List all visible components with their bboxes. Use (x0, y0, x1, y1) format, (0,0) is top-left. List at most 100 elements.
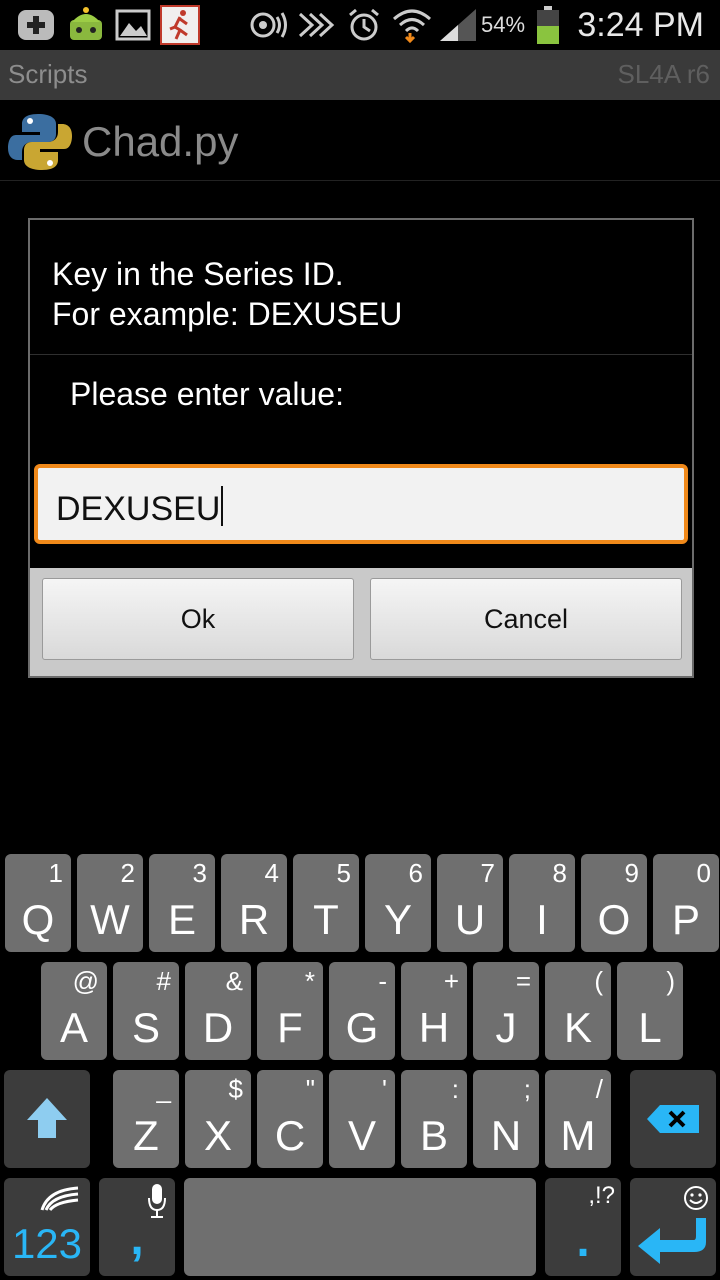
backspace-icon (647, 1105, 699, 1133)
series-id-input[interactable]: DEXUSEU (34, 464, 688, 544)
page-title: Scripts (8, 59, 88, 89)
key-o[interactable]: 9O (581, 854, 647, 952)
key-label: R (238, 896, 270, 943)
key-label: B (419, 1112, 448, 1159)
python-icon (8, 114, 72, 170)
key-secondary-label: 7 (480, 858, 495, 888)
key-i[interactable]: 8I (509, 854, 575, 952)
key-l[interactable]: ) L (617, 962, 683, 1060)
key-secondary-label: 9 (624, 858, 639, 888)
script-name: Chad.py (82, 118, 239, 165)
swiftkey-logo-icon (40, 1186, 79, 1211)
key-m[interactable]: / M (545, 1070, 611, 1168)
key-label: G (345, 1004, 379, 1051)
key-p[interactable]: 0P (653, 854, 719, 952)
key-w[interactable]: 2W (77, 854, 143, 952)
key-label: C (274, 1112, 306, 1159)
key-b[interactable]: :B (401, 1070, 467, 1168)
cancel-button[interactable]: Cancel (370, 578, 682, 660)
key-secondary-label: 2 (120, 858, 135, 888)
battery-percent: 54% (481, 12, 526, 37)
key-g[interactable]: -G (329, 962, 395, 1060)
key-a[interactable]: @ A (41, 962, 107, 1060)
key-s[interactable]: # S (113, 962, 179, 1060)
key-label: A (59, 1004, 88, 1051)
key-secondary-label: ( (594, 966, 603, 996)
dialog-divider (30, 354, 692, 355)
key-secondary-label: : (451, 1074, 459, 1104)
enter-key[interactable] (630, 1178, 716, 1276)
backspace-key[interactable] (630, 1070, 716, 1168)
period-key[interactable]: ,!? . (545, 1178, 621, 1276)
key-secondary-label: " (305, 1074, 315, 1104)
key-label: L (638, 1004, 662, 1051)
key-h[interactable]: + H (401, 962, 467, 1060)
key-secondary-label: 1 (48, 858, 63, 888)
battery-icon (536, 6, 560, 44)
app-version: SL4A r6 (617, 59, 710, 89)
android-icon (64, 6, 108, 44)
key-label: Q (21, 896, 55, 943)
key-secondary-label: 0 (696, 858, 711, 888)
key-q[interactable]: 1Q (5, 854, 71, 952)
series-id-input-value: DEXUSEU (56, 486, 224, 529)
period-key-label: . (576, 1214, 590, 1267)
signal-icon (438, 6, 478, 44)
key-label: X (203, 1112, 232, 1159)
clock: 3:24 PM (577, 6, 704, 44)
key-label: F (277, 1004, 303, 1051)
key-label: Y (383, 896, 412, 943)
key-label: K (563, 1004, 592, 1051)
key-label: W (90, 896, 130, 943)
key-label: N (490, 1112, 522, 1159)
key-secondary-label: _ (156, 1074, 171, 1104)
key-k[interactable]: (K (545, 962, 611, 1060)
nfc-icon (296, 6, 336, 44)
key-d[interactable]: & D (185, 962, 251, 1060)
key-label: O (597, 896, 631, 943)
key-f[interactable]: * F (257, 962, 323, 1060)
key-label: M (560, 1112, 596, 1159)
key-j[interactable]: = J (473, 962, 539, 1060)
text-caret (221, 486, 224, 526)
dialog-button-bar: Ok Cancel (30, 568, 692, 676)
symbols-key[interactable]: 123 (4, 1178, 90, 1276)
key-t[interactable]: 5T (293, 854, 359, 952)
key-secondary-label: ; (523, 1074, 531, 1104)
space-key[interactable] (184, 1178, 536, 1276)
key-label: I (536, 896, 548, 943)
key-label: H (418, 1004, 450, 1051)
key-secondary-label: ' (382, 1074, 387, 1104)
key-label: P (671, 896, 700, 943)
key-n[interactable]: ; N (473, 1070, 539, 1168)
title-bar: Scripts SL4A r6 (0, 50, 720, 100)
dialog-message: Key in the Series ID. For example: DEXUS… (52, 256, 403, 332)
key-secondary-label: * (304, 966, 315, 996)
key-secondary-label: 4 (264, 858, 279, 888)
key-label: E (167, 896, 196, 943)
shift-key[interactable] (4, 1070, 90, 1168)
key-c[interactable]: " C (257, 1070, 323, 1168)
key-v[interactable]: ' V (329, 1070, 395, 1168)
key-z[interactable]: _ Z (113, 1070, 179, 1168)
key-r[interactable]: 4R (221, 854, 287, 952)
symbols-key-label: 123 (11, 1220, 83, 1267)
key-secondary-label: - (378, 966, 387, 996)
key-label: T (313, 896, 339, 943)
enter-icon (638, 1218, 706, 1264)
key-secondary-label: & (225, 966, 243, 996)
script-list-item[interactable]: Chad.py (0, 100, 720, 181)
key-y[interactable]: 6Y (365, 854, 431, 952)
key-secondary-label: 6 (408, 858, 423, 888)
keyboard: 1Q2W3E4R5T6Y7U8I9O0P @ A # S & D * F - G + H = J(K) L … (0, 846, 720, 1280)
input-dialog: Key in the Series ID. For example: DEXUS… (28, 218, 694, 678)
comma-key[interactable]: , (99, 1178, 175, 1276)
ok-button[interactable]: Ok (42, 578, 354, 660)
dialog-prompt: Please enter value: (70, 376, 344, 412)
key-u[interactable]: 7U (437, 854, 503, 952)
key-secondary-label: $ (228, 1074, 243, 1104)
key-secondary-label: # (156, 966, 171, 996)
key-x[interactable]: $ X (185, 1070, 251, 1168)
shift-icon (27, 1098, 67, 1138)
key-e[interactable]: 3E (149, 854, 215, 952)
